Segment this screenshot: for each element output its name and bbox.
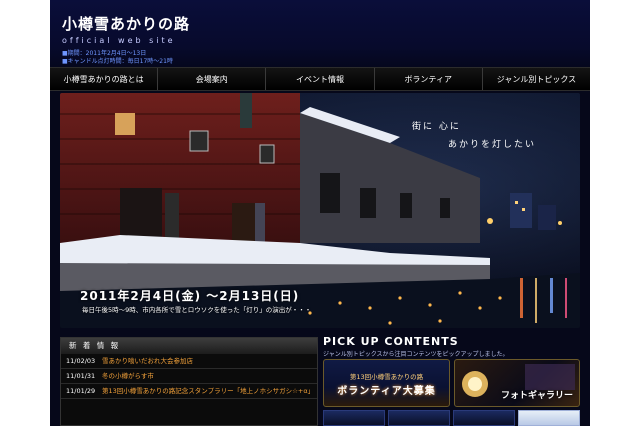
photo-gallery-banner[interactable]: フォトギャラリー bbox=[454, 359, 580, 407]
news-row[interactable]: 11/01/31 冬の小樽がらす市 bbox=[61, 369, 317, 384]
thumbnail[interactable] bbox=[453, 410, 515, 426]
thumbnail[interactable] bbox=[323, 410, 385, 426]
pickup-heading: PICK UP CONTENTS bbox=[323, 335, 459, 348]
news-link[interactable]: 第13回小樽雪あかりの路記念スタンプラリー「地上ノホシサガシ☆+α」 bbox=[102, 387, 314, 396]
pickup-description: ジャンル別トピックスから注目コンテンツをピックアップしました。 bbox=[323, 351, 509, 358]
hero-caption: 毎日午後5時～9時、市内各所で雪とロウソクを使った「灯り」の演出が・・・ bbox=[82, 306, 312, 314]
volunteer-banner-top: 第13回小樽雪あかりの路 bbox=[349, 373, 424, 381]
thumbnail[interactable] bbox=[518, 410, 580, 426]
news-panel: 新 着 情 報 11/02/03 雪あかり喰いだおれ大会参加店 11/01/31… bbox=[60, 337, 318, 426]
thumbnail-strip bbox=[323, 410, 580, 426]
thumbnail[interactable] bbox=[388, 410, 450, 426]
nav-item-topics[interactable]: ジャンル別トピックス bbox=[483, 68, 590, 90]
photo-gallery-label: フォトギャラリー bbox=[500, 391, 573, 401]
site-title[interactable]: 小樽雪あかりの路 bbox=[62, 13, 190, 34]
hero-poem-line-1: 街に 心に bbox=[412, 122, 461, 132]
site-subtitle: official web site bbox=[62, 36, 176, 45]
nav-item-events[interactable]: イベント情報 bbox=[266, 68, 375, 90]
main-nav: 小樽雪あかりの路とは 会場案内 イベント情報 ボランティア ジャンル別トピックス bbox=[50, 67, 590, 91]
site-header: 小樽雪あかりの路 official web site ■期間：2011年2月4日… bbox=[50, 0, 590, 67]
nav-item-about[interactable]: 小樽雪あかりの路とは bbox=[50, 68, 159, 90]
hero-poem-line-2: あかりを灯したい bbox=[448, 140, 537, 150]
news-date: 11/02/03 bbox=[66, 357, 96, 365]
nav-item-venues[interactable]: 会場案内 bbox=[158, 68, 267, 90]
hero-image: 街に 心に あかりを灯したい 2011年2月4日(金) ～2月13日(日) 毎日… bbox=[60, 93, 580, 328]
news-link[interactable]: 雪あかり喰いだおれ大会参加店 bbox=[102, 357, 193, 366]
page-frame: 小樽雪あかりの路 official web site ■期間：2011年2月4日… bbox=[50, 0, 590, 426]
news-row[interactable]: 11/02/03 雪あかり喰いだおれ大会参加店 bbox=[61, 354, 317, 369]
candle-hours: ■キャンドル点灯時間：毎日17時～21時 bbox=[62, 58, 173, 65]
hero-date: 2011年2月4日(金) ～2月13日(日) bbox=[80, 289, 300, 303]
news-date: 11/01/31 bbox=[66, 372, 96, 380]
volunteer-banner[interactable]: 第13回小樽雪あかりの路 ボランティア大募集 bbox=[323, 359, 450, 407]
nav-item-volunteer[interactable]: ボランティア bbox=[375, 68, 483, 90]
news-row[interactable]: 11/01/29 第13回小樽雪あかりの路記念スタンプラリー「地上ノホシサガシ☆… bbox=[61, 384, 317, 399]
volunteer-banner-main: ボランティア大募集 bbox=[337, 386, 436, 397]
news-link[interactable]: 冬の小樽がらす市 bbox=[102, 372, 154, 381]
news-heading: 新 着 情 報 bbox=[61, 338, 317, 354]
news-date: 11/01/29 bbox=[66, 387, 96, 395]
